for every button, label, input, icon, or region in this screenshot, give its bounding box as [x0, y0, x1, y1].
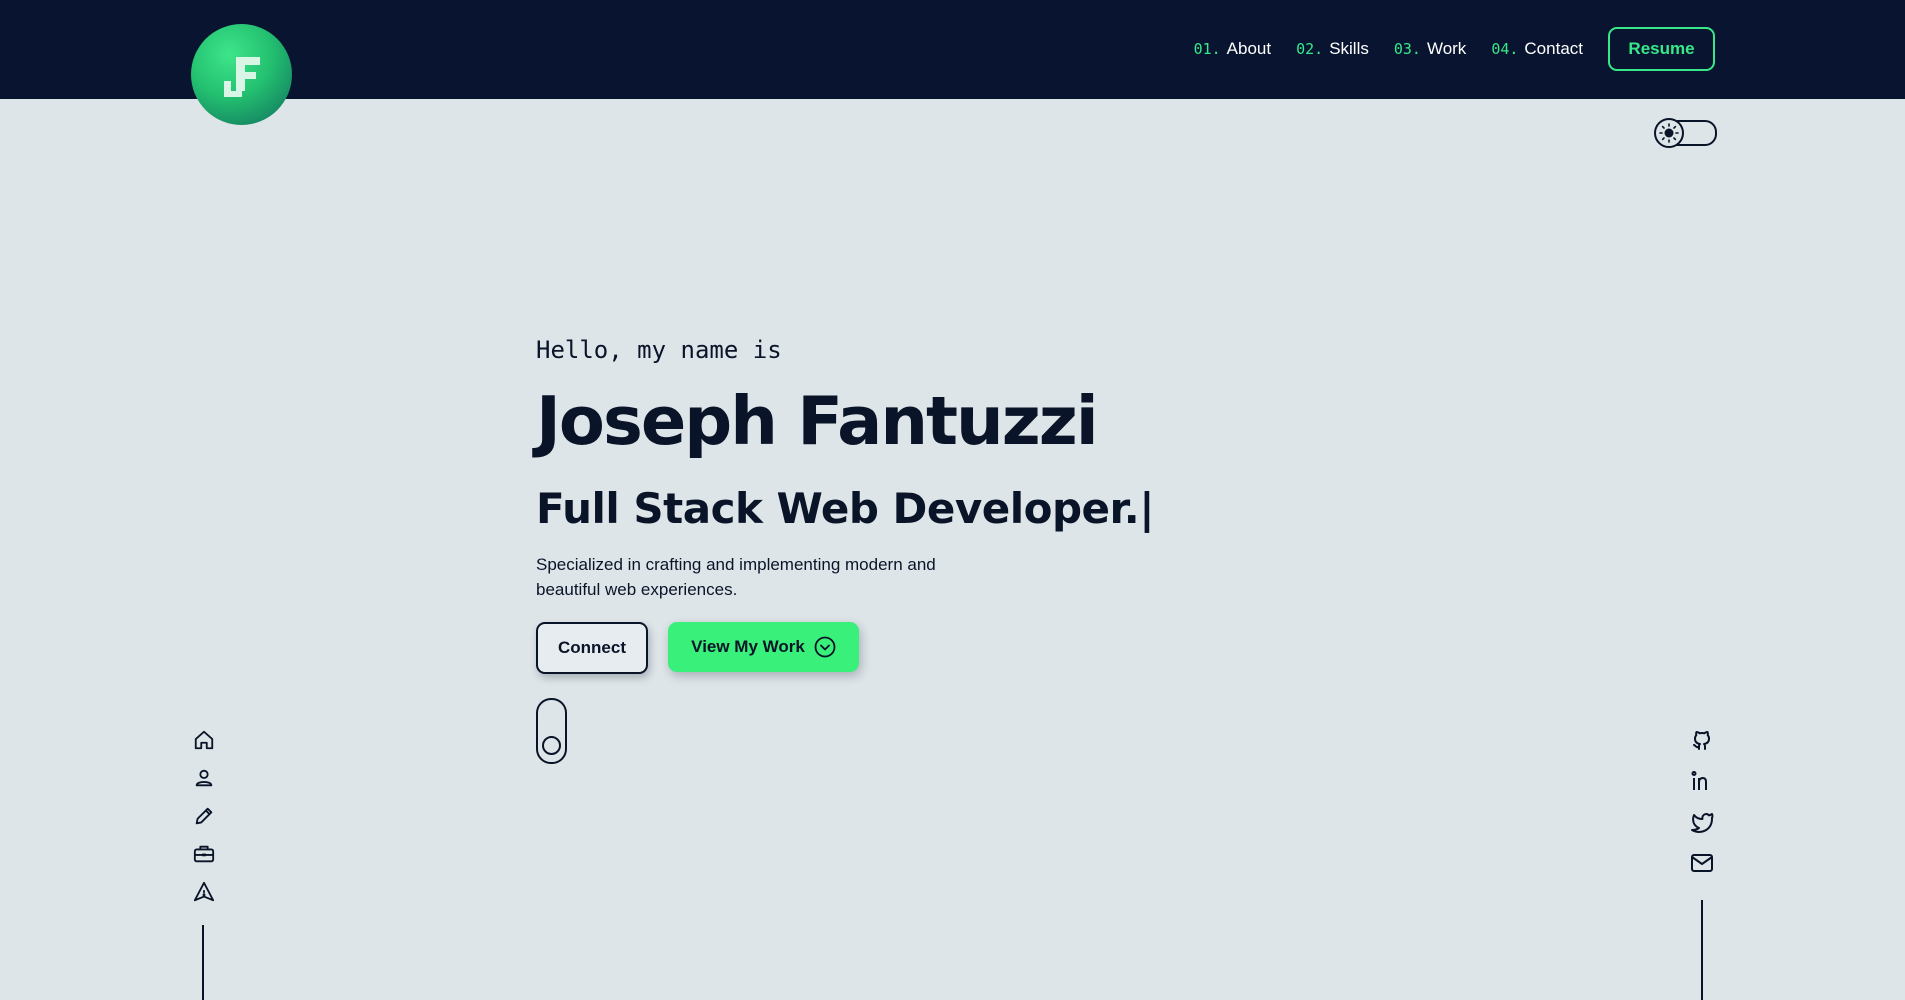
nav-label: Work: [1426, 39, 1467, 58]
resume-button[interactable]: Resume: [1608, 27, 1715, 71]
sun-icon: [1654, 118, 1684, 148]
nav-work[interactable]: 03. Work: [1394, 39, 1466, 59]
scroll-indicator: [536, 698, 567, 764]
hero-section: Hello, my name is Joseph Fantuzzi Full S…: [536, 336, 1155, 764]
connect-button[interactable]: Connect: [536, 622, 648, 674]
social-sidebar: [1689, 728, 1715, 892]
linkedin-icon[interactable]: [1690, 769, 1714, 793]
github-icon[interactable]: [1690, 728, 1714, 752]
hero-name: Joseph Fantuzzi: [536, 382, 1099, 460]
briefcase-icon[interactable]: [192, 842, 216, 866]
send-icon[interactable]: [192, 880, 216, 904]
nav-about[interactable]: 01. About: [1194, 39, 1272, 59]
home-icon[interactable]: [192, 728, 216, 752]
main-nav: 01. About 02. Skills 03. Work 04. Contac…: [1194, 27, 1715, 71]
logo-mark: [223, 56, 260, 97]
logo[interactable]: F: [191, 24, 292, 125]
user-icon[interactable]: [192, 766, 216, 790]
nav-number: 03: [1393, 40, 1412, 58]
view-work-label: View My Work: [691, 637, 805, 656]
mail-icon[interactable]: [1690, 851, 1714, 875]
right-vertical-line: [1701, 900, 1703, 1000]
hero-description: Specialized in crafting and implementing…: [536, 555, 936, 599]
nav-skills[interactable]: 02. Skills: [1296, 39, 1369, 59]
nav-number: 02: [1296, 40, 1315, 58]
section-sidebar: [191, 728, 217, 918]
pencil-icon[interactable]: [192, 804, 216, 828]
left-vertical-line: [202, 925, 204, 1000]
nav-label: About: [1226, 39, 1272, 58]
nav-number: 04: [1491, 40, 1510, 58]
twitter-icon[interactable]: [1690, 810, 1714, 834]
hero-role: Full Stack Web Developer.|: [536, 484, 1155, 533]
nav-label: Skills: [1329, 39, 1369, 58]
chevron-down-circle-icon: [814, 636, 836, 658]
scroll-dot: [542, 736, 561, 755]
greeting: Hello, my name is: [536, 336, 782, 364]
nav-contact[interactable]: 04. Contact: [1491, 39, 1583, 59]
nav-label: Contact: [1524, 39, 1583, 58]
nav-number: 01: [1193, 40, 1212, 58]
theme-toggle[interactable]: [1654, 118, 1717, 148]
view-work-button[interactable]: View My Work: [668, 622, 859, 672]
